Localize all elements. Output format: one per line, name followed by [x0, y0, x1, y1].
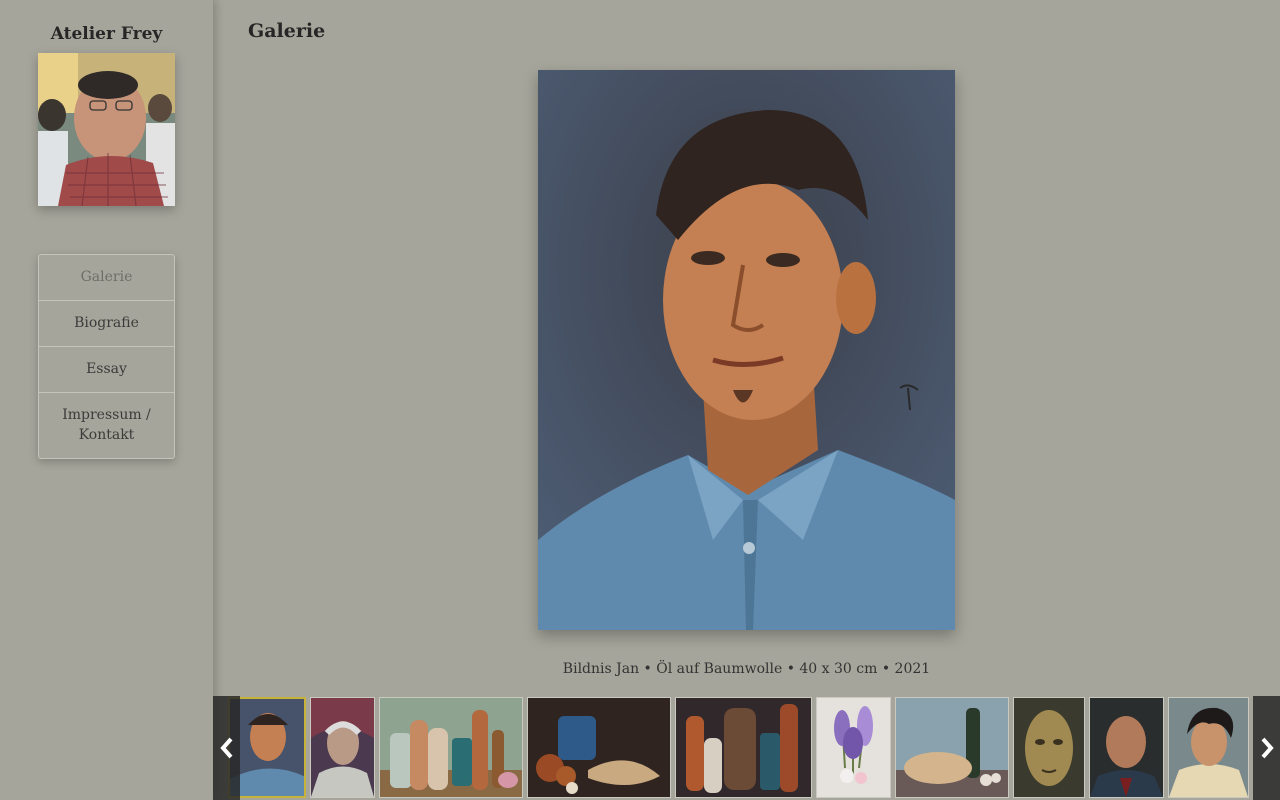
chevron-right-icon [1259, 737, 1275, 759]
thumbnail-still-life-bottles[interactable] [379, 697, 523, 798]
main-navigation: Galerie Biografie Essay Impressum / Kont… [38, 254, 175, 459]
thumbnail-portrait-old-man[interactable] [310, 697, 375, 798]
nav-item-galerie[interactable]: Galerie [39, 255, 174, 301]
previous-button[interactable] [213, 696, 240, 800]
artist-avatar [38, 53, 175, 206]
painting-caption: Bildnis Jan • Öl auf Baumwolle • 40 x 30… [562, 661, 931, 677]
thumbnail-flowers[interactable] [816, 697, 891, 798]
thumbnail-still-life-bread[interactable] [895, 697, 1009, 798]
thumbnail-portrait-sculpture[interactable] [1013, 697, 1085, 798]
nav-item-essay[interactable]: Essay [39, 347, 174, 393]
page-title: Galerie [248, 20, 326, 42]
thumbnail-strip [213, 696, 1280, 800]
sidebar: Atelier Frey Galerie Biografie Essay Imp… [0, 0, 213, 800]
nav-item-impressum-kontakt[interactable]: Impressum / Kontakt [39, 393, 174, 458]
site-title[interactable]: Atelier Frey [0, 24, 213, 44]
main-painting-image[interactable] [538, 70, 955, 630]
thumbnail-portrait-bald-man[interactable] [1089, 697, 1164, 798]
thumbnail-still-life-fish[interactable] [527, 697, 671, 798]
nav-item-biografie[interactable]: Biografie [39, 301, 174, 347]
next-button[interactable] [1253, 696, 1280, 800]
chevron-left-icon [219, 737, 235, 759]
thumbnail-still-life-jugs[interactable] [675, 697, 812, 798]
thumbnail-portrait-dark-hair[interactable] [1168, 697, 1249, 798]
